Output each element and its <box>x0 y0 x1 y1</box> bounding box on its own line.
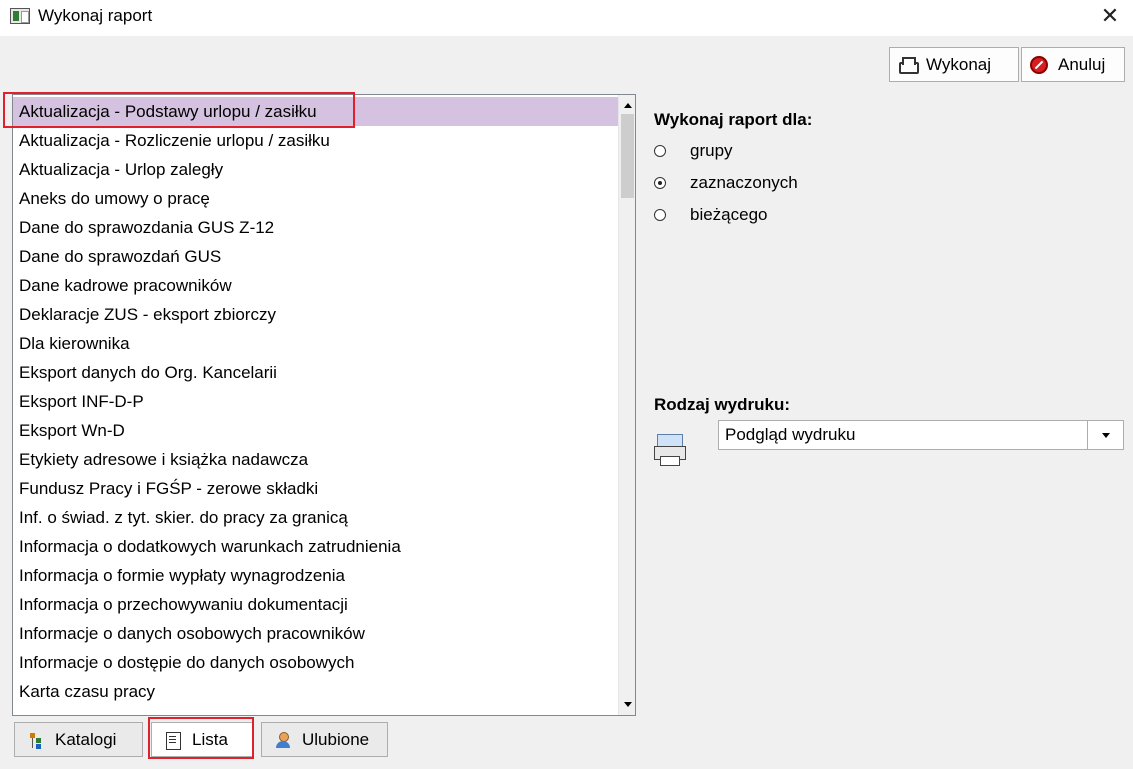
list-item[interactable]: Informacje o danych osobowych pracownikó… <box>13 619 619 648</box>
user-icon <box>274 731 292 749</box>
list-scrollbar[interactable] <box>618 95 635 715</box>
document-icon <box>164 731 182 750</box>
cancel-button-label: Anuluj <box>1058 54 1106 74</box>
chevron-up-icon <box>623 103 632 108</box>
radio-button[interactable] <box>654 209 666 221</box>
list-item[interactable]: Inf. o świad. z tyt. skier. do pracy za … <box>13 503 619 532</box>
tab-label: Ulubione <box>302 729 370 749</box>
tree-icon <box>27 731 45 749</box>
cancel-button[interactable]: Anuluj <box>1021 47 1125 82</box>
report-for-heading: Wykonaj raport dla: <box>654 110 813 129</box>
list-item[interactable]: Informacja o przechowywaniu dokumentacji <box>13 590 619 619</box>
title-bar: Wykonaj raport ✕ <box>0 0 1133 36</box>
report-list[interactable]: Aktualizacja - Podstawy urlopu / zasiłku… <box>12 94 636 716</box>
chevron-down-icon <box>1101 432 1110 438</box>
printer-icon <box>898 56 919 74</box>
list-item[interactable]: Etykiety adresowe i książka nadawcza <box>13 445 619 474</box>
print-type-value: Podgląd wydruku <box>725 425 856 444</box>
close-button[interactable]: ✕ <box>1087 0 1133 32</box>
list-item[interactable]: Aneks do umowy o pracę <box>13 184 619 213</box>
list-item[interactable]: Dane do sprawozdań GUS <box>13 242 619 271</box>
radio-label: zaznaczonych <box>690 173 798 192</box>
radio-option-grupy[interactable]: grupy <box>654 139 733 163</box>
list-item[interactable]: Eksport danych do Org. Kancelarii <box>13 358 619 387</box>
app-icon <box>10 8 30 24</box>
list-item[interactable]: Deklaracje ZUS - eksport zbiorczy <box>13 300 619 329</box>
list-item[interactable]: Karta czasu pracy <box>13 677 619 706</box>
tab-ulubione[interactable]: Ulubione <box>261 722 388 757</box>
window-title: Wykonaj raport <box>38 6 153 25</box>
list-item[interactable]: Aktualizacja - Rozliczenie urlopu / zasi… <box>13 126 619 155</box>
execute-button[interactable]: Wykonaj <box>889 47 1019 82</box>
cancel-icon <box>1030 55 1048 74</box>
list-item[interactable]: Eksport Wn-D <box>13 416 619 445</box>
print-type-select[interactable]: Podgląd wydruku <box>718 420 1124 450</box>
radio-label: grupy <box>690 141 733 160</box>
list-item[interactable]: Aktualizacja - Podstawy urlopu / zasiłku <box>13 97 619 126</box>
scroll-down-button[interactable] <box>619 696 635 713</box>
list-item[interactable]: Dane kadrowe pracowników <box>13 271 619 300</box>
tab-katalogi[interactable]: Katalogi <box>14 722 143 757</box>
list-item[interactable]: Informacje o dostępie do danych osobowyc… <box>13 648 619 677</box>
print-preview-icon <box>654 434 686 466</box>
list-item[interactable]: Eksport INF-D-P <box>13 387 619 416</box>
radio-option-zaznaczonych[interactable]: zaznaczonych <box>654 171 798 195</box>
radio-option-biezacego[interactable]: bieżącego <box>654 203 768 227</box>
list-item[interactable]: Dla kierownika <box>13 329 619 358</box>
list-item[interactable]: Informacja o formie wypłaty wynagrodzeni… <box>13 561 619 590</box>
tab-label: Lista <box>192 729 228 749</box>
radio-button[interactable] <box>654 177 666 189</box>
scroll-up-button[interactable] <box>619 97 635 114</box>
tab-lista[interactable]: Lista <box>151 722 253 757</box>
radio-button[interactable] <box>654 145 666 157</box>
list-item[interactable]: Dane do sprawozdania GUS Z-12 <box>13 213 619 242</box>
chevron-down-icon <box>623 702 632 707</box>
print-type-heading: Rodzaj wydruku: <box>654 395 791 414</box>
execute-button-label: Wykonaj <box>926 54 992 74</box>
scroll-thumb[interactable] <box>621 114 634 198</box>
list-item[interactable]: Fundusz Pracy i FGŚP - zerowe składki <box>13 474 619 503</box>
print-type-dropdown-button[interactable] <box>1087 421 1123 449</box>
list-item[interactable]: Informacja o dodatkowych warunkach zatru… <box>13 532 619 561</box>
tab-label: Katalogi <box>55 729 117 749</box>
radio-label: bieżącego <box>690 205 768 224</box>
list-item[interactable]: Aktualizacja - Urlop zaległy <box>13 155 619 184</box>
